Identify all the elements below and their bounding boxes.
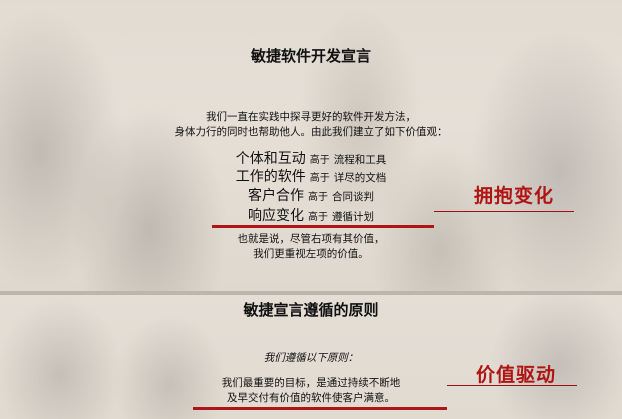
callout-value-driven: 价值驱动 — [476, 364, 557, 386]
callout-embrace-change: 拥抱变化 — [474, 185, 555, 207]
value-over: 高于 — [308, 192, 328, 203]
principles-panel: 敏捷宣言遵循的原则 我们遵循以下原则： 我们最重要的目标，是通过持续不断地 及早… — [0, 295, 622, 419]
callout-leader-line — [434, 211, 574, 212]
highlight-underline — [212, 225, 434, 228]
value-left: 工作的软件 — [235, 169, 306, 185]
principles-title: 敏捷宣言遵循的原则 — [243, 301, 379, 319]
closing-line-1: 也就是说，尽管右项有其价值， — [237, 233, 385, 245]
value-left: 客户合作 — [248, 188, 304, 204]
value-right: 详尽的文档 — [333, 172, 387, 184]
value-right: 流程和工具 — [333, 154, 387, 166]
value-left: 个体和互动 — [235, 151, 306, 167]
intro-line-2: 身体力行的同时也帮助他人。由此我们建立了如下价值观： — [174, 126, 448, 138]
value-row: 个体和互动 高于 流程和工具 — [0, 148, 622, 168]
closing-line-2: 我们更重视左项的价值。 — [253, 248, 369, 260]
intro-line-1: 我们一直在实践中探寻更好的软件开发方法， — [206, 111, 416, 123]
value-right: 合同谈判 — [332, 191, 374, 203]
manifesto-panel: 敏捷软件开发宣言 我们一直在实践中探寻更好的软件开发方法， 身体力行的同时也帮助… — [0, 0, 622, 291]
value-row-highlighted: 响应变化 高于 遵循计划 — [0, 205, 622, 225]
value-left: 响应变化 — [248, 208, 304, 224]
manifesto-title: 敏捷软件开发宣言 — [250, 47, 371, 65]
value-over: 高于 — [308, 212, 328, 223]
principle-line-2: 及早交付有价值的软件使客户满意。 — [227, 392, 395, 404]
value-over: 高于 — [309, 155, 330, 166]
value-over: 高于 — [309, 173, 330, 184]
principle-underline — [193, 407, 447, 410]
value-right: 遵循计划 — [332, 211, 374, 223]
